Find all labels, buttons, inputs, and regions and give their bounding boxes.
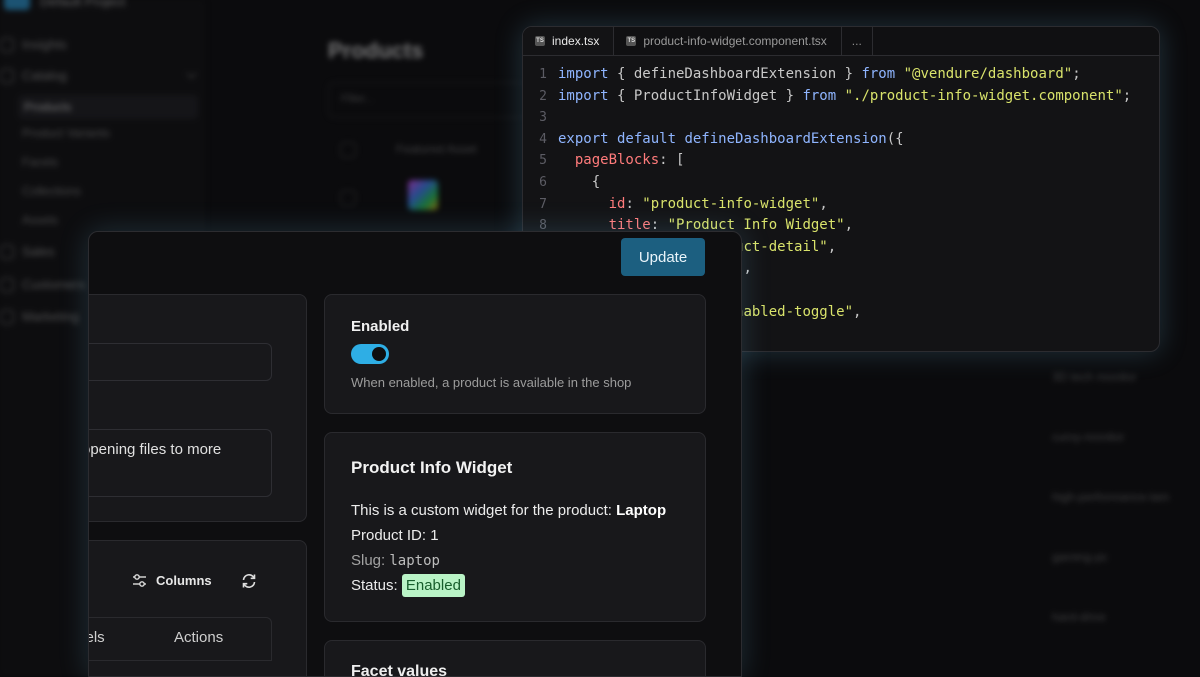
logo-icon xyxy=(4,0,30,10)
line-number: 2 xyxy=(539,88,547,104)
code-line: 4 export default defineDashboardExtension… xyxy=(523,129,1159,151)
widget-slug: Slug: laptop xyxy=(351,552,440,569)
status-badge: Enabled xyxy=(401,574,465,597)
line-number: 5 xyxy=(539,153,547,169)
line-number: 3 xyxy=(539,110,547,126)
widget-product-id: Product ID: 1 xyxy=(351,527,439,544)
code-text: import { ProductInfoWidget } from "./pro… xyxy=(558,87,1132,104)
line-number: 6 xyxy=(539,174,547,190)
sidebar-item-sales: Sales xyxy=(0,244,55,259)
sidebar-item-assets: Assets xyxy=(22,213,59,227)
sidebar-item-collections: Collections xyxy=(22,184,81,198)
customers-icon xyxy=(0,277,14,292)
sidebar-item-marketing: Marketing xyxy=(0,309,79,324)
code-text: export default defineDashboardExtension(… xyxy=(558,130,904,147)
column-header-facet-values: vels xyxy=(89,629,105,646)
bg-column-header: Featured Asset xyxy=(396,142,477,156)
tab-overflow-menu[interactable]: ... xyxy=(842,27,873,55)
catalog-icon xyxy=(0,68,14,83)
typescript-file-icon: TS xyxy=(535,36,545,46)
code-line: 5 pageBlocks: [ xyxy=(523,150,1159,172)
code-line: 2 import { ProductInfoWidget } from "./pr… xyxy=(523,86,1159,108)
bg-slug-cell: 3D tech monitor xyxy=(1052,370,1137,384)
code-text: pageBlocks: [ xyxy=(558,152,685,169)
line-number: 7 xyxy=(539,196,547,212)
description-textarea[interactable] xyxy=(89,429,272,497)
widget-intro: This is a custom widget for the product:… xyxy=(351,502,667,519)
columns-button[interactable]: Columns xyxy=(132,573,212,588)
sales-icon xyxy=(0,244,14,259)
code-text: id: "product-info-widget", xyxy=(558,195,828,212)
bg-slug-cell: curvy-monitor xyxy=(1052,430,1125,444)
toggle-knob xyxy=(372,347,386,361)
bg-select-all-checkbox xyxy=(340,142,356,158)
line-number: 1 xyxy=(539,67,547,82)
sidebar-item-product-variants: Product Variants xyxy=(22,126,110,140)
name-input[interactable] xyxy=(89,343,272,381)
sidebar-item-facets: Facets xyxy=(22,155,59,169)
enabled-card: Enabled When enabled, a product is avail… xyxy=(324,294,706,414)
variants-card: Columns vels Actions xyxy=(89,540,307,676)
sidebar-item-products: Products xyxy=(18,95,198,119)
bg-row-checkbox xyxy=(340,190,356,206)
bg-page-title: Products xyxy=(328,38,424,63)
editor-tab-bar: TS index.tsx TS product-info-widget.comp… xyxy=(523,27,1159,56)
typescript-file-icon: TS xyxy=(626,36,637,46)
facet-values-card: Facet values xyxy=(324,640,706,676)
code-text: import { defineDashboardExtension } from… xyxy=(558,66,1081,82)
code-text: { xyxy=(558,173,601,190)
bg-product-thumbnail xyxy=(408,180,438,210)
enabled-help-text: When enabled, a product is available in … xyxy=(351,375,632,390)
marketing-icon xyxy=(0,309,14,324)
tab-index-tsx[interactable]: TS index.tsx xyxy=(523,27,615,55)
insights-icon xyxy=(0,37,14,52)
project-selector: Default Project xyxy=(40,0,126,9)
product-detail-window: Update opening files to more Columns vel… xyxy=(88,231,742,677)
product-name: Laptop xyxy=(616,502,667,519)
bg-slug-cell: high-performance-lam xyxy=(1052,490,1170,504)
code-line: 6 { xyxy=(523,172,1159,194)
code-line: 1 import { defineDashboardExtension } fro… xyxy=(523,64,1159,86)
enabled-toggle[interactable] xyxy=(351,344,389,364)
product-form-card: opening files to more xyxy=(88,294,307,522)
tab-product-info-widget-component[interactable]: TS product-info-widget.component.tsx xyxy=(614,27,842,55)
refresh-icon[interactable] xyxy=(240,572,258,590)
bg-filter-input: Filter... xyxy=(328,82,528,118)
code-line: 3 xyxy=(523,107,1159,129)
widget-status: Status: Enabled xyxy=(351,574,465,597)
bg-slug-cell: gaming-pc xyxy=(1052,550,1109,564)
sliders-icon xyxy=(133,574,146,587)
code-line: 7 id: "product-info-widget", xyxy=(523,194,1159,216)
sidebar-item-catalog: Catalog xyxy=(0,68,67,83)
line-number: 4 xyxy=(539,131,547,147)
sidebar-item-insights: Insights xyxy=(0,37,67,52)
product-info-widget: Product Info Widget This is a custom wid… xyxy=(324,432,706,622)
widget-title: Product Info Widget xyxy=(351,458,513,477)
bg-slug-cell: hard-drive xyxy=(1052,610,1107,624)
enabled-label: Enabled xyxy=(351,318,410,335)
column-header-actions: Actions xyxy=(174,629,224,646)
update-button[interactable]: Update xyxy=(621,238,705,276)
description-text: opening files to more xyxy=(88,441,222,458)
sidebar-item-customers: Customers xyxy=(0,277,85,292)
